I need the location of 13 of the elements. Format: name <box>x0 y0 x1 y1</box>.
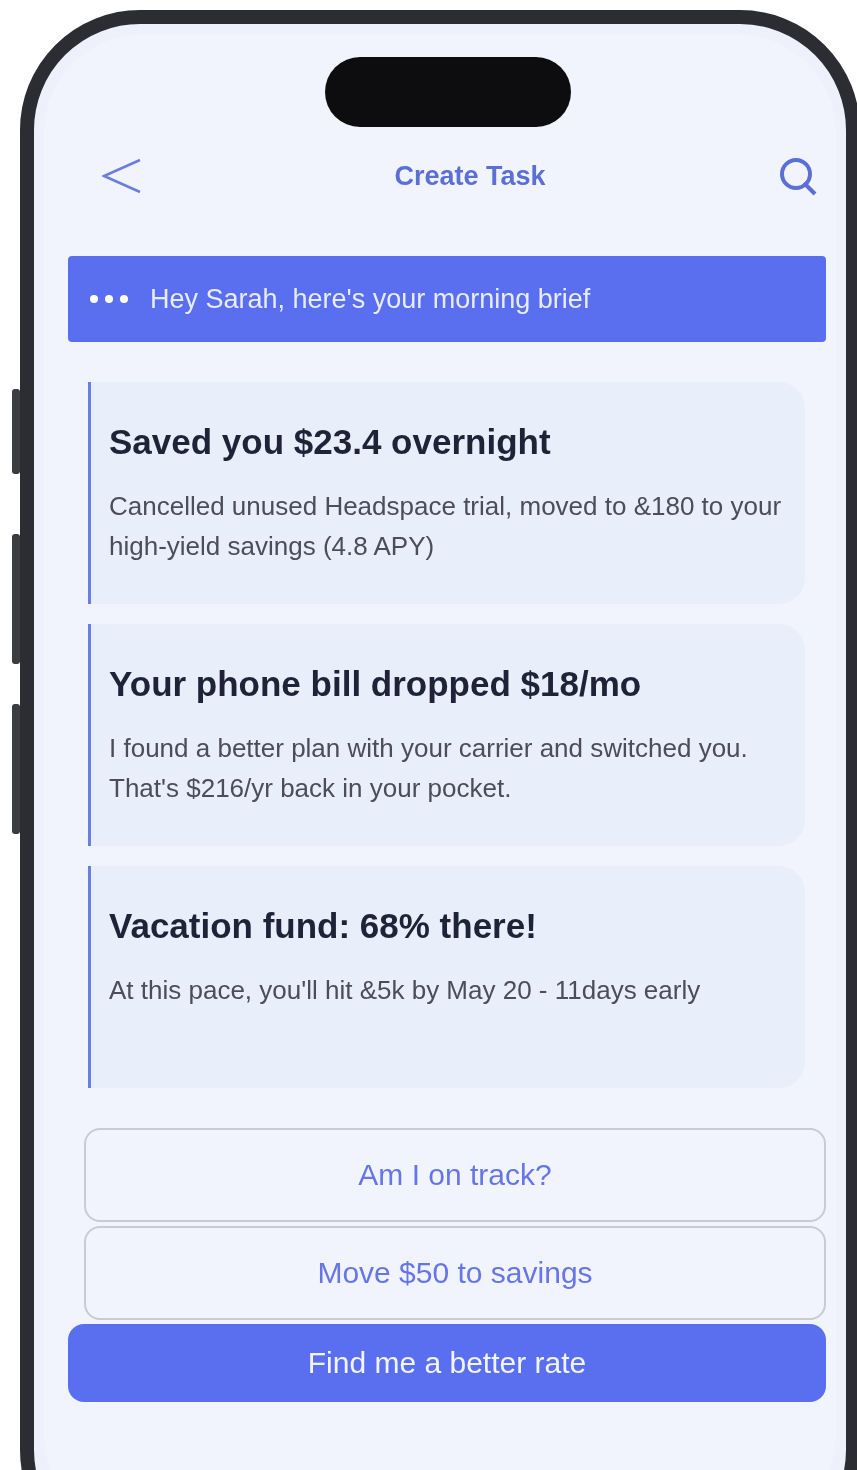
back-icon[interactable] <box>102 158 142 194</box>
search-icon[interactable] <box>778 156 818 196</box>
card-text: Cancelled unused Headspace trial, moved to &180 to your high-yield savings (4.8 APY) <box>109 490 783 563</box>
primary-action-button[interactable]: Find me a better rate <box>68 1324 826 1402</box>
banner-text: Hey Sarah, here's your morning brief <box>150 283 591 315</box>
card-title: Vacation fund: 68% there! <box>109 906 538 946</box>
screen-title: Create Task <box>394 160 546 192</box>
card-title: Your phone bill dropped $18/mo <box>109 664 643 704</box>
card-title: Saved you $23.4 overnight <box>109 422 552 462</box>
card-text: At this pace, you'll hit &5k by May 20 - 11days early <box>109 974 702 1007</box>
card-text: I found a better plan with your carrier and switched you. That's $216/yr back in your pocket. <box>109 732 749 805</box>
quick-reply-button[interactable]: Move $50 to savings <box>84 1226 826 1320</box>
quick-reply-button[interactable]: Am I on track? <box>84 1128 826 1222</box>
